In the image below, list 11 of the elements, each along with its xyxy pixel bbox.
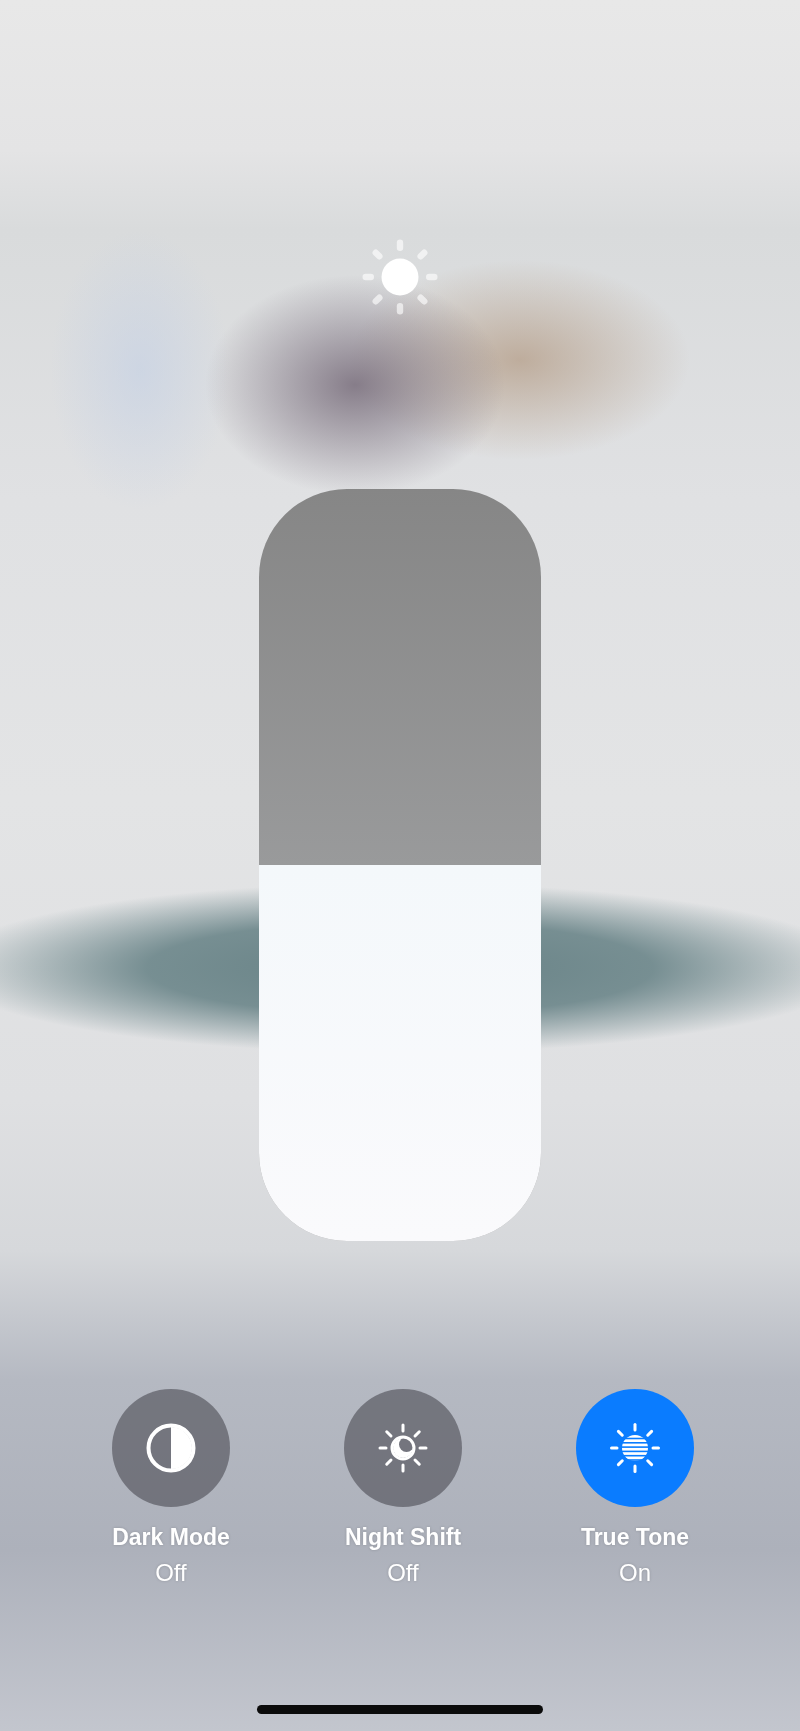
brightness-slider[interactable] [259, 489, 541, 1241]
sun-moon-icon [378, 1423, 428, 1473]
sun-icon [362, 239, 438, 315]
toggle-label: Night Shift [344, 1523, 462, 1551]
toggle-label: Dark Mode [112, 1523, 230, 1551]
contrast-icon [146, 1423, 196, 1473]
toggle-status: Off [387, 1559, 419, 1587]
toggle-label: True Tone [580, 1523, 690, 1551]
toggle-status: Off [155, 1559, 187, 1587]
striped-sun-icon [610, 1423, 660, 1473]
toggle-status: On [619, 1559, 651, 1587]
